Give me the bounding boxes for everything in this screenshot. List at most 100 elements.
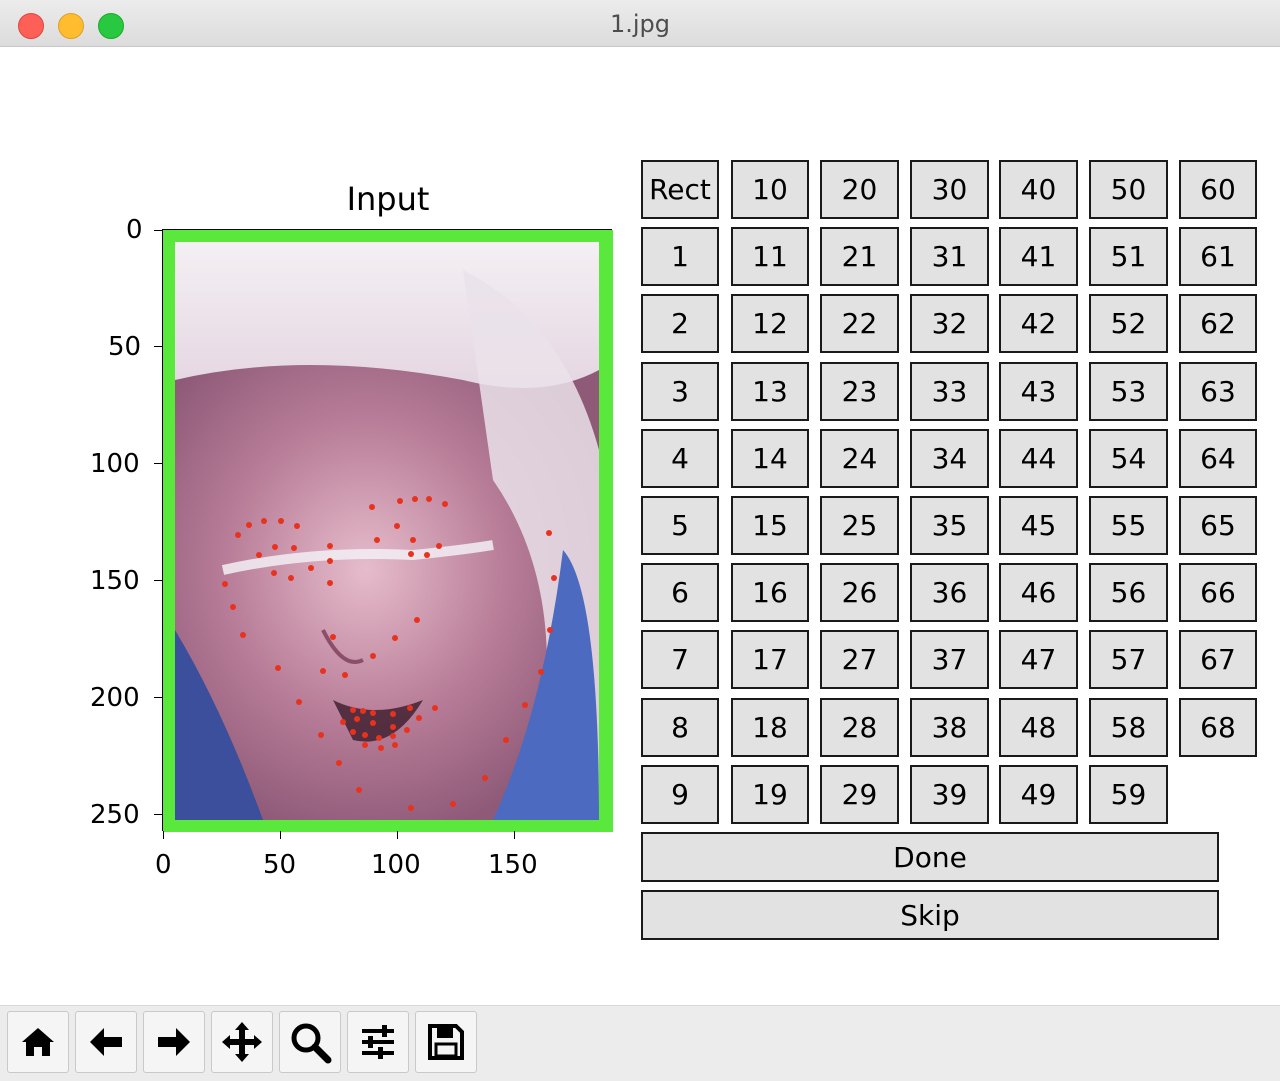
landmark-button-44[interactable]: 44 bbox=[999, 429, 1078, 488]
landmark-button-66[interactable]: 66 bbox=[1179, 563, 1257, 622]
back-button[interactable] bbox=[75, 1011, 137, 1073]
window-title: 1.jpg bbox=[609, 10, 671, 38]
x-tick bbox=[280, 831, 281, 839]
landmark-button-31[interactable]: 31 bbox=[910, 227, 989, 286]
landmark-button-46[interactable]: 46 bbox=[999, 563, 1078, 622]
landmark-button-18[interactable]: 18 bbox=[731, 698, 809, 757]
image-axes[interactable] bbox=[162, 229, 613, 832]
landmark-button-67[interactable]: 67 bbox=[1179, 630, 1257, 689]
landmark-button-24[interactable]: 24 bbox=[820, 429, 899, 488]
y-tick-label: 100 bbox=[90, 449, 140, 479]
landmark-button-68[interactable]: 68 bbox=[1179, 698, 1257, 757]
x-tick bbox=[397, 831, 398, 839]
landmark-button-58[interactable]: 58 bbox=[1089, 698, 1168, 757]
landmark-button-45[interactable]: 45 bbox=[999, 496, 1078, 555]
y-tick-label: 250 bbox=[90, 800, 140, 830]
landmark-button-65[interactable]: 65 bbox=[1179, 496, 1257, 555]
landmark-button-6[interactable]: 6 bbox=[641, 563, 719, 622]
landmark-button-12[interactable]: 12 bbox=[731, 294, 809, 353]
landmark-button-60[interactable]: 60 bbox=[1179, 160, 1257, 219]
landmark-button-56[interactable]: 56 bbox=[1089, 563, 1168, 622]
face-image bbox=[163, 230, 613, 832]
landmark-button-48[interactable]: 48 bbox=[999, 698, 1078, 757]
title-bar: 1.jpg bbox=[0, 0, 1280, 47]
landmark-button-57[interactable]: 57 bbox=[1089, 630, 1168, 689]
landmark-button-15[interactable]: 15 bbox=[731, 496, 809, 555]
configure-subplots-button[interactable] bbox=[347, 1011, 409, 1073]
landmark-button-55[interactable]: 55 bbox=[1089, 496, 1168, 555]
landmark-button-39[interactable]: 39 bbox=[910, 765, 989, 824]
landmark-button-38[interactable]: 38 bbox=[910, 698, 989, 757]
skip-button[interactable]: Skip bbox=[641, 890, 1219, 940]
y-tick-label: 0 bbox=[126, 215, 143, 245]
landmark-button-3[interactable]: 3 bbox=[641, 362, 719, 421]
landmark-button-40[interactable]: 40 bbox=[999, 160, 1078, 219]
landmark-button-22[interactable]: 22 bbox=[820, 294, 899, 353]
landmark-button-20[interactable]: 20 bbox=[820, 160, 899, 219]
home-button[interactable] bbox=[7, 1011, 69, 1073]
landmark-button-13[interactable]: 13 bbox=[731, 362, 809, 421]
landmark-button-23[interactable]: 23 bbox=[820, 362, 899, 421]
landmark-button-47[interactable]: 47 bbox=[999, 630, 1078, 689]
landmark-button-14[interactable]: 14 bbox=[731, 429, 809, 488]
landmark-button-25[interactable]: 25 bbox=[820, 496, 899, 555]
plot-title: Input bbox=[346, 180, 430, 218]
landmark-button-59[interactable]: 59 bbox=[1089, 765, 1168, 824]
landmark-button-27[interactable]: 27 bbox=[820, 630, 899, 689]
landmark-button-10[interactable]: 10 bbox=[731, 160, 809, 219]
done-button[interactable]: Done bbox=[641, 832, 1219, 882]
landmark-button-9[interactable]: 9 bbox=[641, 765, 719, 824]
landmark-button-5[interactable]: 5 bbox=[641, 496, 719, 555]
x-tick bbox=[514, 831, 515, 839]
landmark-button-34[interactable]: 34 bbox=[910, 429, 989, 488]
landmark-button-28[interactable]: 28 bbox=[820, 698, 899, 757]
y-tick bbox=[154, 697, 162, 698]
rect-button[interactable]: Rect bbox=[641, 160, 719, 219]
landmark-button-41[interactable]: 41 bbox=[999, 227, 1078, 286]
landmark-button-63[interactable]: 63 bbox=[1179, 362, 1257, 421]
landmark-button-8[interactable]: 8 bbox=[641, 698, 719, 757]
landmark-button-19[interactable]: 19 bbox=[731, 765, 809, 824]
landmark-button-17[interactable]: 17 bbox=[731, 630, 809, 689]
landmark-button-26[interactable]: 26 bbox=[820, 563, 899, 622]
landmark-button-7[interactable]: 7 bbox=[641, 630, 719, 689]
zoom-button[interactable] bbox=[279, 1011, 341, 1073]
x-tick bbox=[163, 831, 164, 839]
landmark-button-11[interactable]: 11 bbox=[731, 227, 809, 286]
landmark-button-29[interactable]: 29 bbox=[820, 765, 899, 824]
y-tick-label: 50 bbox=[108, 332, 142, 362]
landmark-button-4[interactable]: 4 bbox=[641, 429, 719, 488]
landmark-button-35[interactable]: 35 bbox=[910, 496, 989, 555]
landmark-button-33[interactable]: 33 bbox=[910, 362, 989, 421]
navigation-toolbar bbox=[0, 1005, 1280, 1081]
landmark-button-62[interactable]: 62 bbox=[1179, 294, 1257, 353]
landmark-button-37[interactable]: 37 bbox=[910, 630, 989, 689]
pan-button[interactable] bbox=[211, 1011, 273, 1073]
landmark-button-2[interactable]: 2 bbox=[641, 294, 719, 353]
save-button[interactable] bbox=[415, 1011, 477, 1073]
landmark-button-30[interactable]: 30 bbox=[910, 160, 989, 219]
landmark-button-53[interactable]: 53 bbox=[1089, 362, 1168, 421]
landmark-button-64[interactable]: 64 bbox=[1179, 429, 1257, 488]
landmark-button-42[interactable]: 42 bbox=[999, 294, 1078, 353]
landmark-button-16[interactable]: 16 bbox=[731, 563, 809, 622]
landmark-button-54[interactable]: 54 bbox=[1089, 429, 1168, 488]
forward-button[interactable] bbox=[143, 1011, 205, 1073]
landmark-button-21[interactable]: 21 bbox=[820, 227, 899, 286]
y-tick bbox=[154, 814, 162, 815]
landmark-button-49[interactable]: 49 bbox=[999, 765, 1078, 824]
landmark-button-61[interactable]: 61 bbox=[1179, 227, 1257, 286]
forward-arrow-icon bbox=[158, 1028, 190, 1056]
landmark-button-32[interactable]: 32 bbox=[910, 294, 989, 353]
app-window: 1.jpg Input 0 50 100 150 200 250 0 50 10… bbox=[0, 0, 1280, 1081]
y-tick bbox=[154, 230, 162, 231]
landmark-button-43[interactable]: 43 bbox=[999, 362, 1078, 421]
landmark-button-50[interactable]: 50 bbox=[1089, 160, 1168, 219]
landmark-button-36[interactable]: 36 bbox=[910, 563, 989, 622]
landmark-button-1[interactable]: 1 bbox=[641, 227, 719, 286]
pan-icon bbox=[222, 1022, 262, 1062]
back-arrow-icon bbox=[90, 1028, 122, 1056]
landmark-button-52[interactable]: 52 bbox=[1089, 294, 1168, 353]
configure-subplots-icon bbox=[362, 1025, 394, 1059]
landmark-button-51[interactable]: 51 bbox=[1089, 227, 1168, 286]
